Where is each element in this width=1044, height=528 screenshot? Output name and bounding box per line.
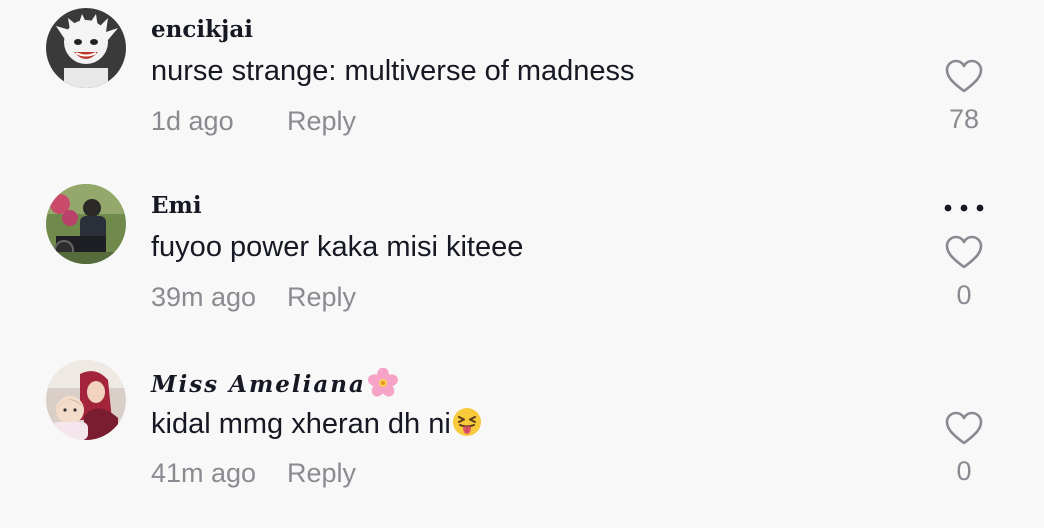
avatar[interactable] bbox=[46, 360, 126, 440]
username[interactable]: encikjai bbox=[151, 16, 253, 43]
comment-item: Emi fuyoo power kaka misi kiteee 39m ago… bbox=[0, 176, 1044, 352]
comment-text: kidal mmg xheran dh ni bbox=[151, 407, 482, 445]
heart-icon[interactable] bbox=[944, 58, 984, 94]
comment-item: encikjai nurse strange: multiverse of ma… bbox=[0, 0, 1044, 176]
reply-button[interactable]: Reply bbox=[287, 458, 356, 489]
ellipsis-icon[interactable] bbox=[941, 200, 987, 216]
comment-text-body: kidal mmg xheran dh ni bbox=[151, 408, 451, 440]
squinting-tongue-face-icon bbox=[452, 407, 482, 445]
like-count: 0 bbox=[956, 280, 972, 310]
username[interactable]: Emi bbox=[151, 192, 202, 219]
avatar[interactable] bbox=[46, 184, 126, 264]
comment-text: nurse strange: multiverse of madness bbox=[151, 55, 635, 87]
avatar[interactable] bbox=[46, 8, 126, 88]
reply-button[interactable]: Reply bbox=[287, 106, 356, 137]
cherry-blossom-icon bbox=[367, 367, 398, 404]
like-count: 0 bbox=[956, 456, 972, 486]
like-count: 78 bbox=[948, 104, 980, 134]
comment-item: Miss Ameliana kidal mmg xheran dh ni 41m… bbox=[0, 352, 1044, 528]
comment-time: 39m ago bbox=[151, 282, 257, 312]
reply-button[interactable]: Reply bbox=[287, 282, 356, 313]
heart-icon[interactable] bbox=[944, 234, 984, 270]
comment-time: 41m ago bbox=[151, 458, 257, 488]
comment-text: fuyoo power kaka misi kiteee bbox=[151, 231, 524, 263]
username-text: Miss Ameliana bbox=[151, 371, 366, 398]
username[interactable]: Miss Ameliana bbox=[151, 367, 398, 404]
comment-time: 1d ago bbox=[151, 106, 234, 136]
heart-icon[interactable] bbox=[944, 410, 984, 446]
